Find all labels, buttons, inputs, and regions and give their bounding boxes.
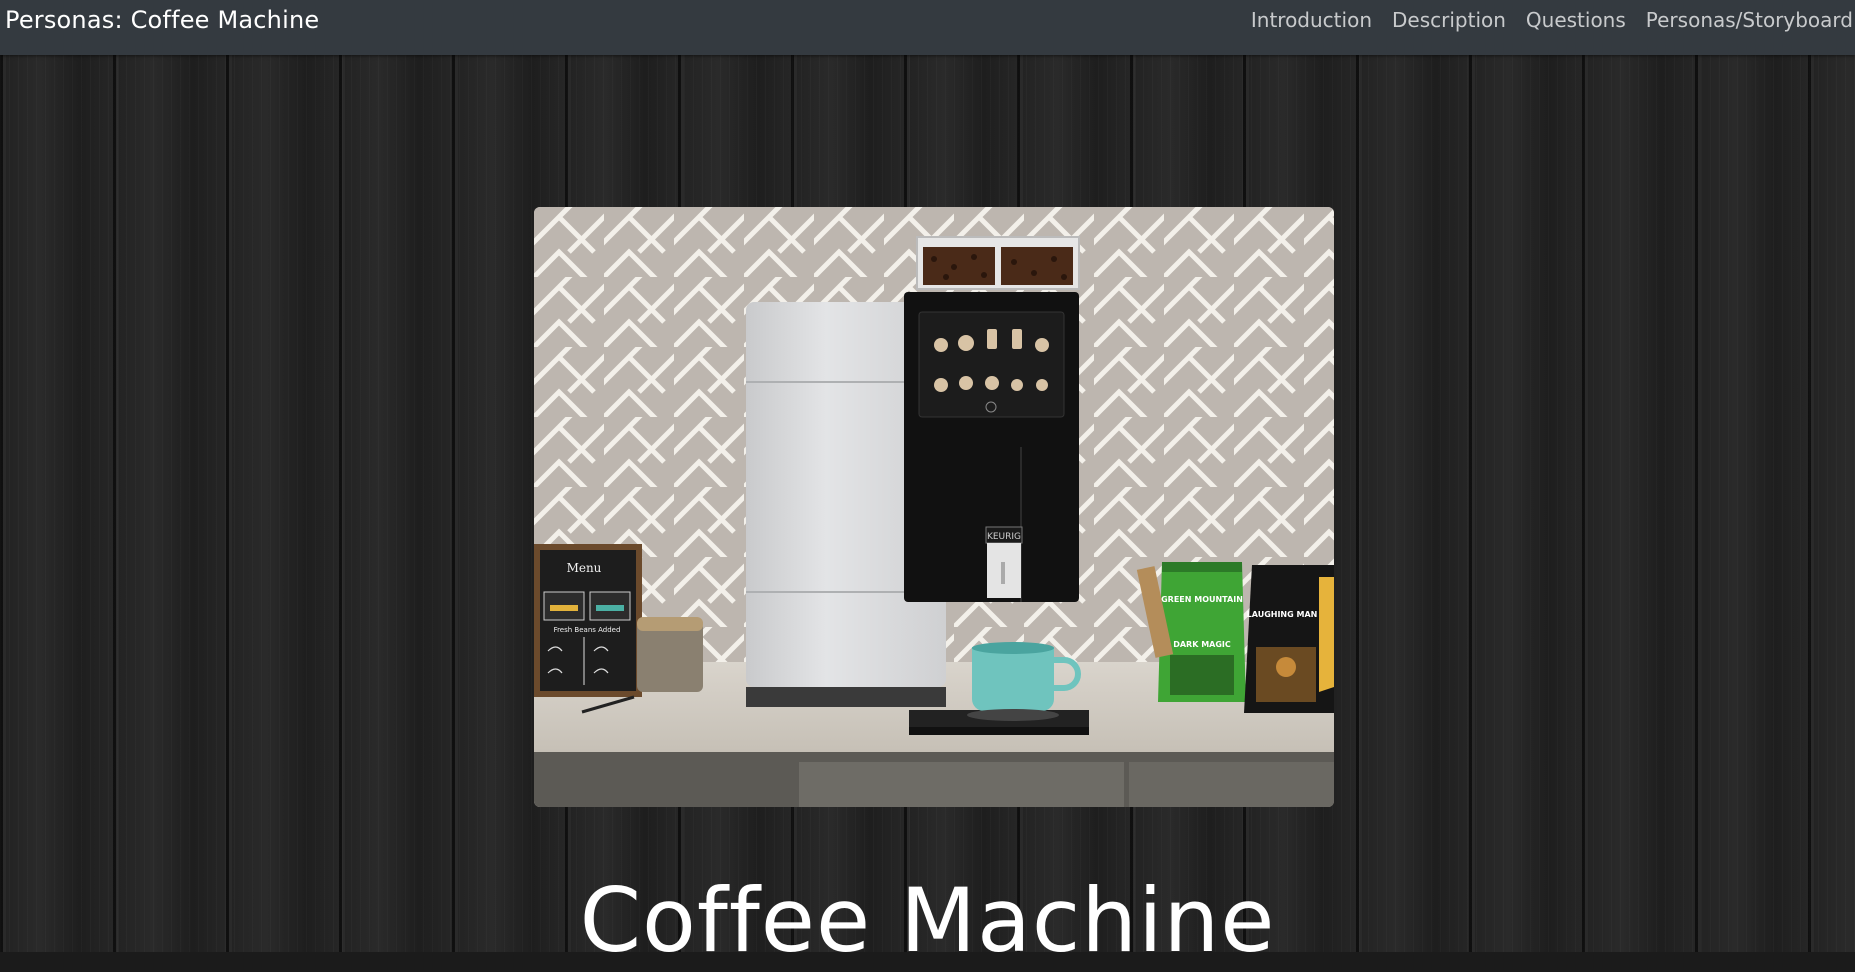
keurig-logo: KEURIG — [987, 532, 1021, 542]
nav-link-introduction[interactable]: Introduction — [1251, 7, 1372, 33]
mug — [972, 647, 1054, 711]
svg-text:LAUGHING MAN: LAUGHING MAN — [1247, 610, 1318, 619]
menu-board: Menu Fresh Beans Added — [534, 544, 642, 697]
navbar: Personas: Coffee Machine Introduction De… — [0, 0, 1855, 55]
svg-text:DARK MAGIC: DARK MAGIC — [1173, 640, 1231, 649]
touch-screen — [918, 311, 1065, 418]
nav-link-questions[interactable]: Questions — [1526, 7, 1626, 33]
hero-title: Coffee Machine — [579, 868, 1276, 972]
svg-text:GREEN MOUNTAIN: GREEN MOUNTAIN — [1161, 595, 1243, 604]
coffee-bag-green: GREEN MOUNTAIN DARK MAGIC — [1158, 562, 1246, 702]
svg-text:Menu: Menu — [567, 561, 602, 575]
coffee-machine-photo: KEURIG Menu Fresh Beans Added GREEN MOUN… — [534, 207, 1334, 807]
nav-link-description[interactable]: Description — [1392, 7, 1506, 33]
nav-link-personas-storyboard[interactable]: Personas/Storyboard — [1646, 7, 1853, 33]
jar — [637, 622, 703, 692]
svg-text:Fresh Beans Added: Fresh Beans Added — [554, 626, 621, 634]
navbar-brand[interactable]: Personas: Coffee Machine — [5, 5, 319, 35]
nav-links: Introduction Description Questions Perso… — [1231, 7, 1853, 33]
coffee-bag-black: LAUGHING MAN — [1244, 565, 1334, 713]
